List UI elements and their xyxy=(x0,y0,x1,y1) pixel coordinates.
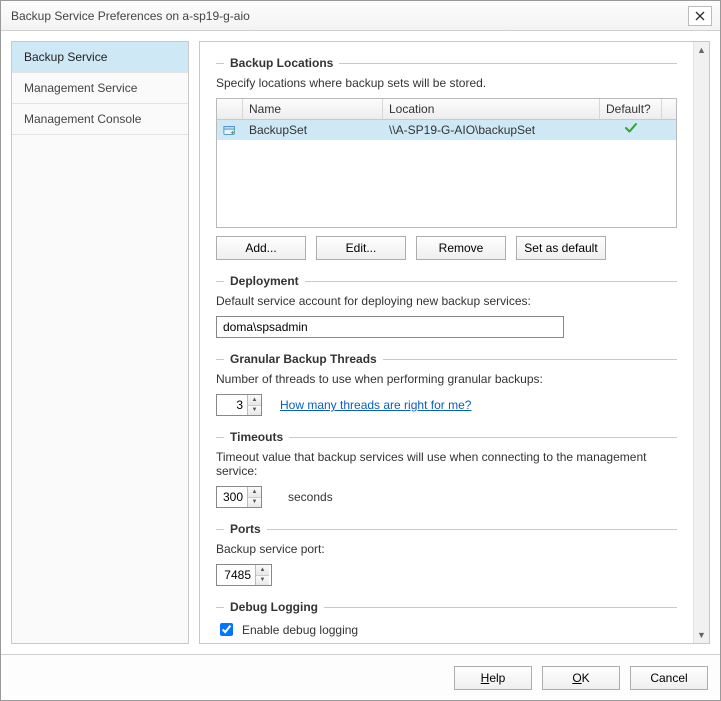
close-button[interactable] xyxy=(688,6,712,26)
vertical-scrollbar[interactable]: ▲ ▼ xyxy=(693,42,709,643)
group-title: Backup Locations xyxy=(230,56,333,70)
titlebar: Backup Service Preferences on a-sp19-g-a… xyxy=(1,1,720,31)
set-default-button[interactable]: Set as default xyxy=(516,236,606,260)
threads-up[interactable]: ▲ xyxy=(248,395,261,406)
grid-cell-name: BackupSet xyxy=(243,121,383,139)
group-title: Granular Backup Threads xyxy=(230,352,377,366)
cancel-button[interactable]: Cancel xyxy=(630,666,708,690)
window-title: Backup Service Preferences on a-sp19-g-a… xyxy=(11,9,688,23)
group-title: Timeouts xyxy=(230,430,283,444)
grid-cell-location: \\A-SP19-G-AIO\backupSet xyxy=(383,121,600,139)
debug-checkbox[interactable] xyxy=(220,623,233,636)
sidebar-item-management-console[interactable]: Management Console xyxy=(12,104,188,135)
debug-checkbox-row[interactable]: Enable debug logging xyxy=(216,620,677,639)
help-button[interactable]: Help xyxy=(454,666,532,690)
grid-header-name[interactable]: Name xyxy=(243,99,383,119)
debug-checkbox-label: Enable debug logging xyxy=(242,623,358,637)
group-title: Deployment xyxy=(230,274,299,288)
ports-desc: Backup service port: xyxy=(216,542,677,556)
drive-icon xyxy=(217,121,243,139)
grid-header-end xyxy=(662,99,676,119)
port-stepper[interactable]: ▲ ▼ xyxy=(216,564,272,586)
group-backup-locations: Backup Locations Specify locations where… xyxy=(216,56,677,260)
threads-stepper[interactable]: ▲ ▼ xyxy=(216,394,262,416)
add-button[interactable]: Add... xyxy=(216,236,306,260)
sidebar-item-backup-service[interactable]: Backup Service xyxy=(12,42,188,73)
timeout-input[interactable] xyxy=(217,487,247,507)
grid-header-location[interactable]: Location xyxy=(383,99,600,119)
deployment-desc: Default service account for deploying ne… xyxy=(216,294,677,308)
timeout-down[interactable]: ▼ xyxy=(248,498,261,508)
backup-locations-desc: Specify locations where backup sets will… xyxy=(216,76,677,90)
threads-down[interactable]: ▼ xyxy=(248,406,261,416)
service-account-input[interactable] xyxy=(216,316,564,338)
group-timeouts: Timeouts Timeout value that backup servi… xyxy=(216,430,677,508)
edit-button[interactable]: Edit... xyxy=(316,236,406,260)
threads-input[interactable] xyxy=(217,395,247,415)
timeouts-desc: Timeout value that backup services will … xyxy=(216,450,677,478)
grid-header-default[interactable]: Default? xyxy=(600,99,662,119)
sidebar-item-management-service[interactable]: Management Service xyxy=(12,73,188,104)
timeout-stepper[interactable]: ▲ ▼ xyxy=(216,486,262,508)
port-up[interactable]: ▲ xyxy=(256,565,269,576)
grid-header: Name Location Default? xyxy=(217,99,676,120)
port-down[interactable]: ▼ xyxy=(256,576,269,586)
scroll-up-arrow[interactable]: ▲ xyxy=(694,42,709,58)
timeout-unit: seconds xyxy=(288,490,333,504)
grid-header-icon-col xyxy=(217,99,243,119)
remove-button[interactable]: Remove xyxy=(416,236,506,260)
group-deployment: Deployment Default service account for d… xyxy=(216,274,677,338)
group-threads: Granular Backup Threads Number of thread… xyxy=(216,352,677,416)
threads-desc: Number of threads to use when performing… xyxy=(216,372,677,386)
timeout-up[interactable]: ▲ xyxy=(248,487,261,498)
sidebar: Backup Service Management Service Manage… xyxy=(11,41,189,644)
ok-button[interactable]: OK xyxy=(542,666,620,690)
grid-cell-default xyxy=(600,120,662,139)
content-panel: Backup Locations Specify locations where… xyxy=(199,41,710,644)
scroll-down-arrow[interactable]: ▼ xyxy=(694,627,709,643)
grid-row[interactable]: BackupSet \\A-SP19-G-AIO\backupSet xyxy=(217,120,676,140)
group-title: Debug Logging xyxy=(230,600,318,614)
group-title: Ports xyxy=(230,522,261,536)
group-debug: Debug Logging Enable debug logging xyxy=(216,600,677,639)
backup-locations-grid: Name Location Default? xyxy=(216,98,677,228)
threads-help-link[interactable]: How many threads are right for me? xyxy=(280,398,471,412)
port-input[interactable] xyxy=(217,565,255,585)
group-ports: Ports Backup service port: ▲ ▼ xyxy=(216,522,677,586)
dialog-footer: Help OK Cancel xyxy=(1,654,720,700)
